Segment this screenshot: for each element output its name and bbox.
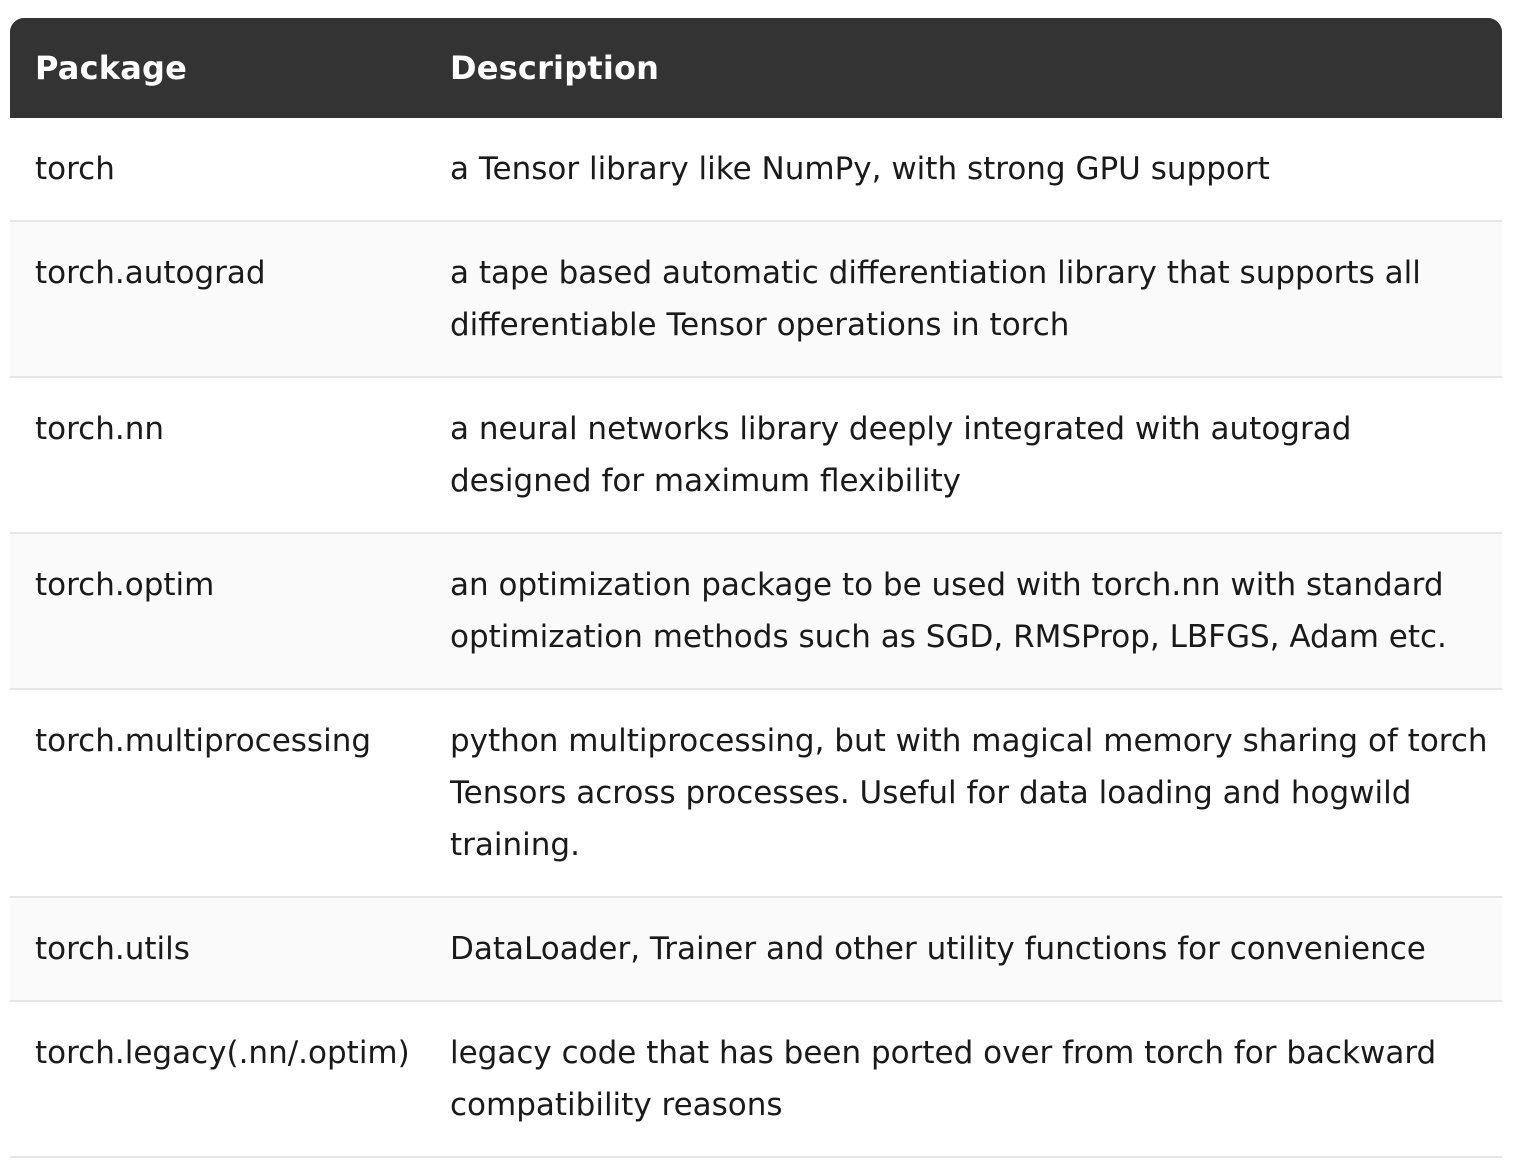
package-name: torch.nn	[10, 377, 429, 534]
table-row: torch.utils DataLoader, Trainer and othe…	[10, 897, 1502, 1002]
package-name: torch.multiprocessing	[10, 689, 429, 898]
package-name: torch.autograd	[10, 221, 429, 378]
package-name: torch.optim	[10, 533, 429, 690]
table-row: torch a Tensor library like NumPy, with …	[10, 118, 1502, 222]
table-header: Package Description	[10, 18, 1502, 118]
table-row: torch.multiprocessing python multiproces…	[10, 689, 1502, 898]
table-row: torch.optim an optimization package to b…	[10, 533, 1502, 690]
table-body: torch a Tensor library like NumPy, with …	[10, 118, 1502, 1158]
package-name: torch.legacy(.nn/.optim)	[10, 1001, 429, 1158]
table-row: torch.legacy(.nn/.optim) legacy code tha…	[10, 1001, 1502, 1158]
header-row: Package Description	[10, 18, 1502, 118]
package-description: python multiprocessing, but with magical…	[429, 689, 1502, 898]
package-name: torch	[10, 118, 429, 222]
package-description: a tape based automatic differentiation l…	[429, 221, 1502, 378]
package-description: a Tensor library like NumPy, with strong…	[429, 118, 1502, 222]
header-description: Description	[429, 18, 1502, 118]
table-row: torch.nn a neural networks library deepl…	[10, 377, 1502, 534]
package-table-container: Package Description torch a Tensor libra…	[10, 18, 1502, 1158]
package-table: Package Description torch a Tensor libra…	[10, 18, 1502, 1158]
package-description: DataLoader, Trainer and other utility fu…	[429, 897, 1502, 1002]
package-description: a neural networks library deeply integra…	[429, 377, 1502, 534]
package-description: legacy code that has been ported over fr…	[429, 1001, 1502, 1158]
table-row: torch.autograd a tape based automatic di…	[10, 221, 1502, 378]
package-description: an optimization package to be used with …	[429, 533, 1502, 690]
package-name: torch.utils	[10, 897, 429, 1002]
header-package: Package	[10, 18, 429, 118]
